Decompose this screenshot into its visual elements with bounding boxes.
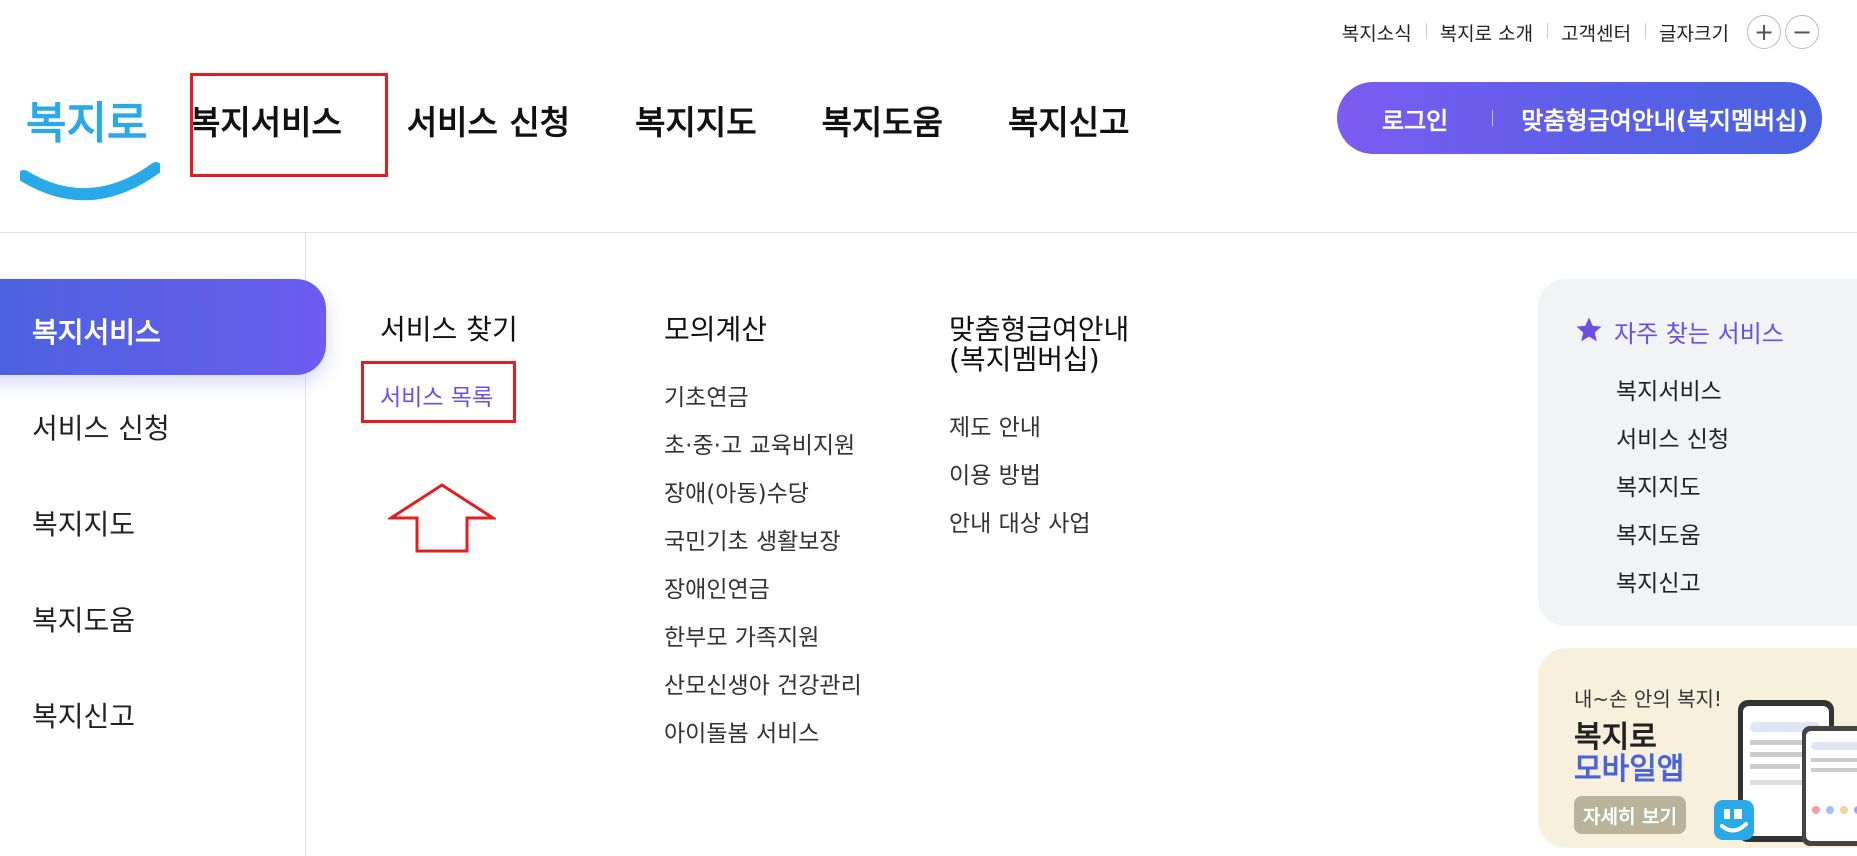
membership-link-programs[interactable]: 안내 대상 사업 <box>949 504 1091 538</box>
login-button[interactable]: 로그인 <box>1382 101 1448 136</box>
membership-link-usage[interactable]: 이용 방법 <box>949 456 1041 490</box>
font-decrease-button[interactable]: − <box>1785 15 1819 49</box>
favorite-link-welfare-service[interactable]: 복지서비스 <box>1616 372 1722 406</box>
calc-link-disabled-child-allowance[interactable]: 장애(아동)수당 <box>664 474 809 508</box>
logo-wordmark: 복지로 <box>26 98 147 149</box>
side-menu-welfare-map[interactable]: 복지지도 <box>32 503 135 543</box>
column-heading-mock-calculation: 모의계산 <box>664 313 768 346</box>
banner-detail-button[interactable]: 자세히 보기 <box>1574 796 1686 834</box>
nav-welfare-map[interactable]: 복지지도 <box>635 96 756 144</box>
side-menu-welfare-report[interactable]: 복지신고 <box>32 695 135 735</box>
membership-link-system[interactable]: 제도 안내 <box>949 408 1041 442</box>
font-size-label: 글자크기 <box>1645 19 1743 46</box>
calc-link-childcare-service[interactable]: 아이돌봄 서비스 <box>664 714 819 748</box>
calc-link-single-parent[interactable]: 한부모 가족지원 <box>664 618 819 652</box>
column-heading-membership-line1: 맞춤형급여안내 <box>949 313 1130 346</box>
calc-link-maternal-newborn[interactable]: 산모신생아 건강관리 <box>664 666 862 700</box>
favorite-link-service-apply[interactable]: 서비스 신청 <box>1616 420 1729 454</box>
annotation-highlight-link <box>361 361 516 423</box>
font-increase-button[interactable]: + <box>1747 15 1781 49</box>
calc-link-livelihood-security[interactable]: 국민기초 생활보장 <box>664 522 841 556</box>
side-menu-welfare-help[interactable]: 복지도움 <box>32 599 135 639</box>
favorite-link-welfare-help[interactable]: 복지도움 <box>1616 516 1701 550</box>
bokjiro-logo-icon: 복지로 <box>18 98 162 201</box>
utility-bar: 복지소식 복지로 소개 고객센터 글자크기 + − <box>1328 15 1819 49</box>
annotation-arrow-up-icon <box>388 483 496 553</box>
calc-link-basic-pension[interactable]: 기초연금 <box>664 378 749 412</box>
utility-news-link[interactable]: 복지소식 <box>1328 19 1426 46</box>
nav-welfare-help[interactable]: 복지도움 <box>822 96 943 144</box>
annotation-highlight-nav <box>190 73 388 177</box>
column-heading-membership-line2: (복지멤버십) <box>949 343 1100 376</box>
site-logo[interactable]: 복지로 <box>18 76 162 204</box>
nav-service-apply[interactable]: 서비스 신청 <box>407 96 570 144</box>
header-divider <box>0 232 1857 233</box>
utility-support-link[interactable]: 고객센터 <box>1547 19 1645 46</box>
calc-link-education-support[interactable]: 초·중·고 교육비지원 <box>664 426 855 460</box>
nav-welfare-report[interactable]: 복지신고 <box>1008 96 1129 144</box>
side-menu-service-apply[interactable]: 서비스 신청 <box>32 407 170 447</box>
app-icon <box>1714 800 1754 840</box>
account-divider <box>1492 110 1494 126</box>
favorites-title: 자주 찾는 서비스 <box>1614 320 1784 348</box>
favorite-link-welfare-report[interactable]: 복지신고 <box>1616 564 1701 598</box>
banner-subtitle: 내~손 안의 복지! <box>1574 687 1722 711</box>
membership-button[interactable]: 맞춤형급여안내(복지멤버십) <box>1521 101 1808 136</box>
column-heading-service-search: 서비스 찾기 <box>380 313 518 346</box>
star-icon <box>1576 317 1602 342</box>
favorite-link-welfare-map[interactable]: 복지지도 <box>1616 468 1701 502</box>
banner-title-line2: 모바일앱 <box>1574 752 1685 787</box>
side-menu-welfare-service[interactable]: 복지서비스 <box>32 311 161 351</box>
calc-link-disability-pension[interactable]: 장애인연금 <box>664 570 770 604</box>
utility-about-link[interactable]: 복지로 소개 <box>1425 19 1547 46</box>
account-bar: 로그인 맞춤형급여안내(복지멤버십) <box>1337 82 1822 154</box>
